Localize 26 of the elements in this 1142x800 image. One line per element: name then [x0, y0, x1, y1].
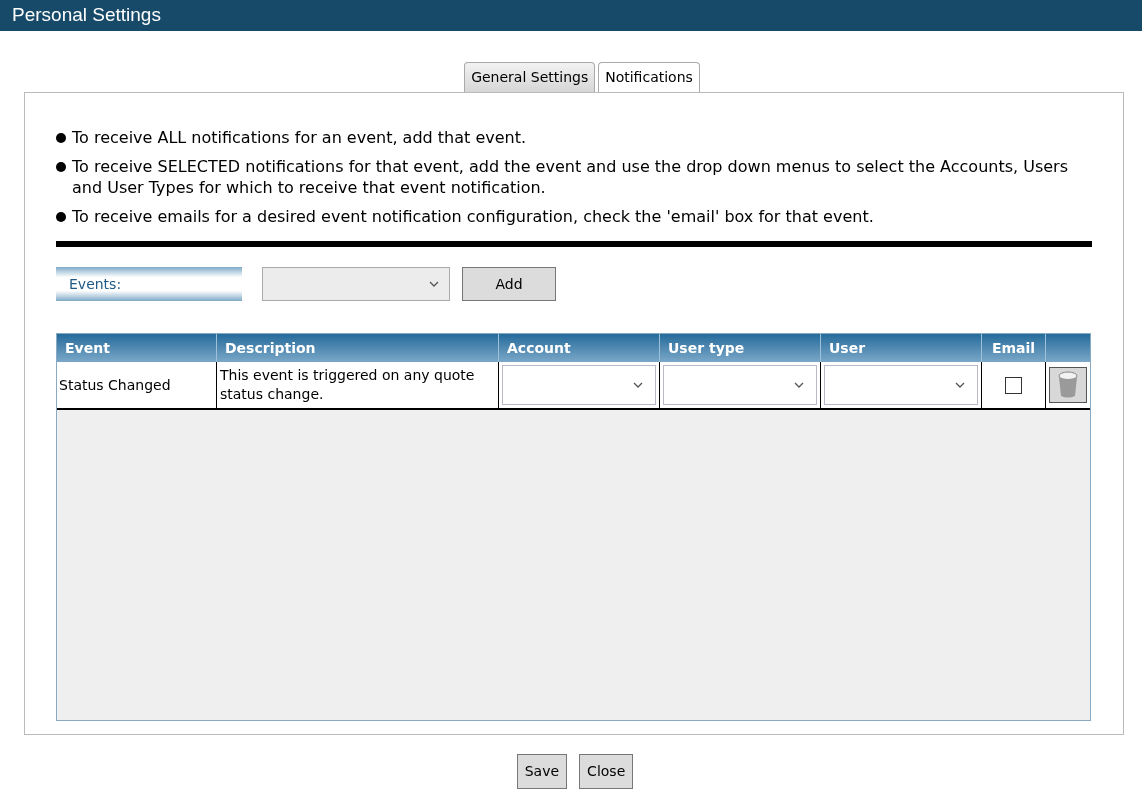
bullet-icon: [56, 212, 66, 222]
user-type-dropdown[interactable]: [663, 365, 817, 405]
user-dropdown[interactable]: [824, 365, 978, 405]
events-label: Events:: [56, 267, 242, 301]
chevron-down-icon: [429, 281, 439, 287]
email-checkbox[interactable]: [1005, 376, 1022, 394]
account-dropdown[interactable]: [502, 365, 656, 405]
delete-button[interactable]: [1049, 367, 1087, 403]
chevron-down-icon: [955, 382, 965, 388]
instruction-text: To receive emails for a desired event notification configuration, check the 'email' box for that event.: [72, 206, 874, 227]
trash-can-icon: [1057, 371, 1079, 399]
chevron-down-icon: [794, 382, 804, 388]
tab[interactable]: General Settings: [464, 62, 596, 92]
tab[interactable]: Notifications: [598, 62, 700, 92]
events-dropdown[interactable]: [262, 267, 450, 301]
bullet-icon: [56, 162, 66, 172]
instruction-text: To receive SELECTED notifications for that event, add the event and use the drop down menus to select the Accounts, Users and User Types for which to receive that event notification.: [72, 156, 1069, 198]
table-cell: Status Changed: [57, 362, 217, 408]
window-title: Personal Settings: [12, 3, 161, 28]
instruction-text: To receive ALL notifications for an event, add that event.: [72, 127, 527, 148]
chevron-down-icon: [633, 382, 643, 388]
table-cell: This event is triggered on any quote status change.: [217, 362, 499, 408]
dialog-button[interactable]: Save: [516, 754, 568, 789]
add-button[interactable]: Add: [462, 267, 556, 301]
dialog-button[interactable]: Close: [579, 754, 634, 789]
bullet-icon: [56, 133, 66, 143]
